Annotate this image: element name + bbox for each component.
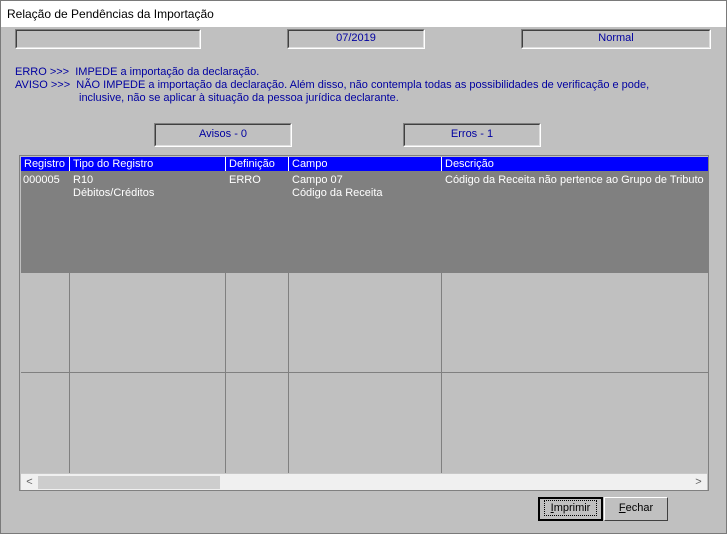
cell-tipo-line1[interactable]: R10 — [73, 174, 93, 187]
erro-label: ERRO >>> — [15, 66, 70, 78]
column-header-definicao[interactable]: Definição — [226, 157, 289, 171]
scroll-right-arrow-icon[interactable]: > — [691, 475, 706, 490]
mode-field: Normal — [521, 29, 711, 49]
scrollbar-thumb[interactable] — [38, 476, 220, 489]
imprimir-label: Imprimir — [543, 500, 598, 516]
fechar-button[interactable]: Fechar — [604, 497, 668, 521]
status-field-empty — [15, 29, 201, 49]
column-definicao — [226, 171, 289, 473]
fechar-text: echar — [625, 502, 654, 514]
aviso-label: AVISO >>> — [15, 79, 71, 91]
period-field: 07/2019 — [287, 29, 425, 49]
fechar-label: Fechar — [619, 502, 653, 514]
column-tipo — [70, 171, 226, 473]
scroll-left-arrow-icon[interactable]: < — [22, 475, 37, 490]
cell-descricao[interactable]: Código da Receita não pertence ao Grupo … — [445, 174, 707, 187]
avisos-count-text: Avisos - 0 — [198, 128, 248, 140]
row-divider — [21, 372, 708, 373]
row-divider — [21, 272, 708, 273]
column-header-campo[interactable]: Campo — [289, 157, 442, 171]
erros-counter: Erros - 1 — [403, 123, 541, 147]
erro-text: IMPEDE a importação da declaração. — [75, 66, 260, 78]
aviso-text-line2: inclusive, não se aplicar à situação da … — [79, 92, 399, 104]
horizontal-scrollbar[interactable]: < > — [21, 473, 707, 490]
imprimir-button[interactable]: Imprimir — [538, 497, 603, 521]
column-header-registro[interactable]: Registro — [21, 157, 70, 171]
cell-definicao[interactable]: ERRO — [229, 174, 261, 187]
fechar-accel: F — [618, 502, 626, 514]
pendencias-table[interactable]: Registro Tipo do Registro Definição Camp… — [19, 155, 709, 491]
cell-registro[interactable]: 000005 — [23, 174, 60, 187]
column-campo — [289, 171, 442, 473]
cell-tipo-line2[interactable]: Débitos/Créditos — [73, 187, 154, 200]
main-window: Relação de Pendências da Importação 07/2… — [0, 0, 727, 534]
title-bar[interactable]: Relação de Pendências da Importação — [1, 1, 726, 27]
mode-value: Normal — [598, 32, 634, 44]
legend-aviso: AVISO >>> NÃO IMPEDE a importação da dec… — [15, 79, 649, 91]
column-registro — [21, 171, 70, 473]
column-header-tipo[interactable]: Tipo do Registro — [70, 157, 226, 171]
legend-aviso-line2: inclusive, não se aplicar à situação da … — [79, 92, 399, 104]
cell-campo-line1[interactable]: Campo 07 — [292, 174, 343, 187]
erros-count-text: Erros - 1 — [450, 128, 494, 140]
period-value: 07/2019 — [336, 32, 376, 44]
cell-campo-line2[interactable]: Código da Receita — [292, 187, 383, 200]
avisos-counter: Avisos - 0 — [154, 123, 292, 147]
window-title: Relação de Pendências da Importação — [7, 7, 214, 21]
imprimir-text: mprimir — [553, 502, 591, 514]
legend-erro: ERRO >>> IMPEDE a importação da declaraç… — [15, 66, 259, 78]
column-header-descricao[interactable]: Descrição — [442, 157, 708, 171]
aviso-text-line1: NÃO IMPEDE a importação da declaração. A… — [76, 79, 650, 91]
